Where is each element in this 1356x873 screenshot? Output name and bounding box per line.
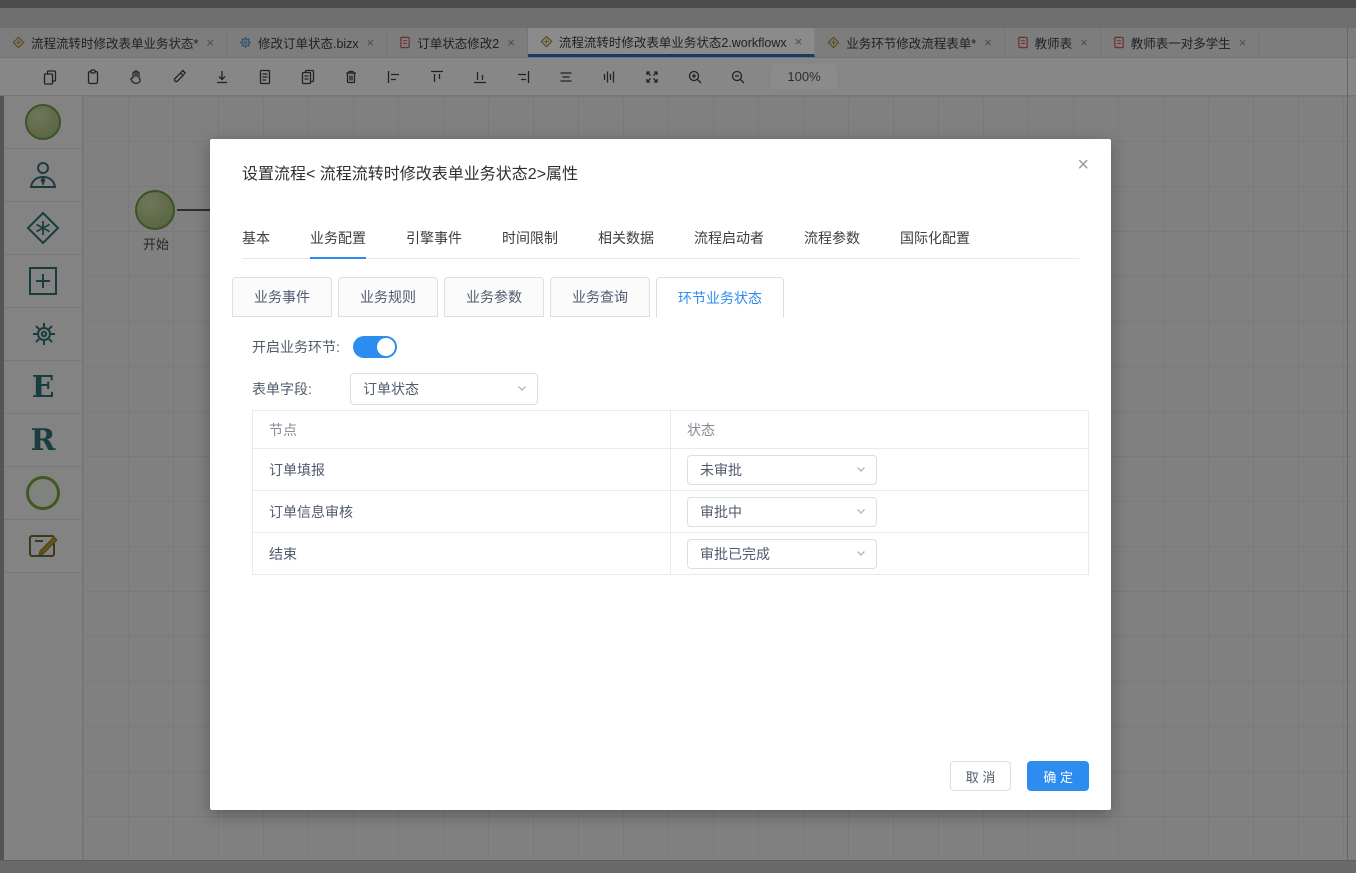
header-node: 节点	[253, 411, 671, 448]
subtab-business-rules[interactable]: 业务规则	[338, 277, 438, 317]
tab-engine-events[interactable]: 引擎事件	[406, 228, 462, 258]
form-field-select[interactable]: 订单状态	[350, 373, 538, 405]
tab-i18n-config[interactable]: 国际化配置	[900, 228, 970, 258]
node-business-status-pane: 开启业务环节: 表单字段: 订单状态 节点 状态 订单填报	[210, 318, 1111, 810]
tab-business-config[interactable]: 业务配置	[310, 228, 366, 258]
workflow-editor-app: 流程流转时修改表单业务状态* × 修改订单状态.bizx × 订单状态修改2 ×…	[0, 0, 1356, 873]
tab-related-data[interactable]: 相关数据	[598, 228, 654, 258]
business-node-toggle[interactable]	[353, 336, 397, 358]
form-field-label: 表单字段:	[252, 379, 350, 399]
header-status: 状态	[671, 411, 1088, 448]
node-name: 订单填报	[253, 449, 671, 490]
process-properties-dialog: × 设置流程< 流程流转时修改表单业务状态2>属性 基本 业务配置 引擎事件 时…	[210, 139, 1111, 810]
subtab-node-business-status[interactable]: 环节业务状态	[656, 277, 784, 318]
dialog-main-tabs: 基本 业务配置 引擎事件 时间限制 相关数据 流程启动者 流程参数 国际化配置	[242, 228, 1079, 259]
subtab-business-events[interactable]: 业务事件	[232, 277, 332, 317]
node-name: 结束	[253, 533, 671, 574]
chevron-down-icon	[516, 381, 528, 397]
table-row: 订单信息审核 审批中	[253, 491, 1088, 533]
table-row: 订单填报 未审批	[253, 449, 1088, 491]
dialog-close-icon[interactable]: ×	[1077, 155, 1089, 175]
chevron-down-icon	[855, 462, 867, 478]
node-name: 订单信息审核	[253, 491, 671, 532]
node-status-table: 节点 状态 订单填报 未审批 订单信息审核	[252, 410, 1089, 575]
cancel-button[interactable]: 取 消	[950, 761, 1012, 791]
toggle-label: 开启业务环节:	[252, 337, 350, 357]
chevron-down-icon	[855, 504, 867, 520]
subtab-business-params[interactable]: 业务参数	[444, 277, 544, 317]
chevron-down-icon	[855, 546, 867, 562]
dialog-title: 设置流程< 流程流转时修改表单业务状态2>属性	[242, 160, 578, 184]
dialog-footer: 取 消 确 定	[950, 761, 1089, 791]
subtab-business-query[interactable]: 业务查询	[550, 277, 650, 317]
status-select[interactable]: 未审批	[687, 455, 877, 485]
tab-process-initiator[interactable]: 流程启动者	[694, 228, 764, 258]
ok-button[interactable]: 确 定	[1027, 761, 1089, 791]
table-row: 结束 审批已完成	[253, 533, 1088, 575]
table-header-row: 节点 状态	[253, 411, 1088, 449]
dialog-sub-tabs: 业务事件 业务规则 业务参数 业务查询 环节业务状态	[232, 277, 784, 318]
status-select[interactable]: 审批中	[687, 497, 877, 527]
tab-basic[interactable]: 基本	[242, 228, 270, 258]
tab-process-params[interactable]: 流程参数	[804, 228, 860, 258]
status-select[interactable]: 审批已完成	[687, 539, 877, 569]
tab-time-limit[interactable]: 时间限制	[502, 228, 558, 258]
